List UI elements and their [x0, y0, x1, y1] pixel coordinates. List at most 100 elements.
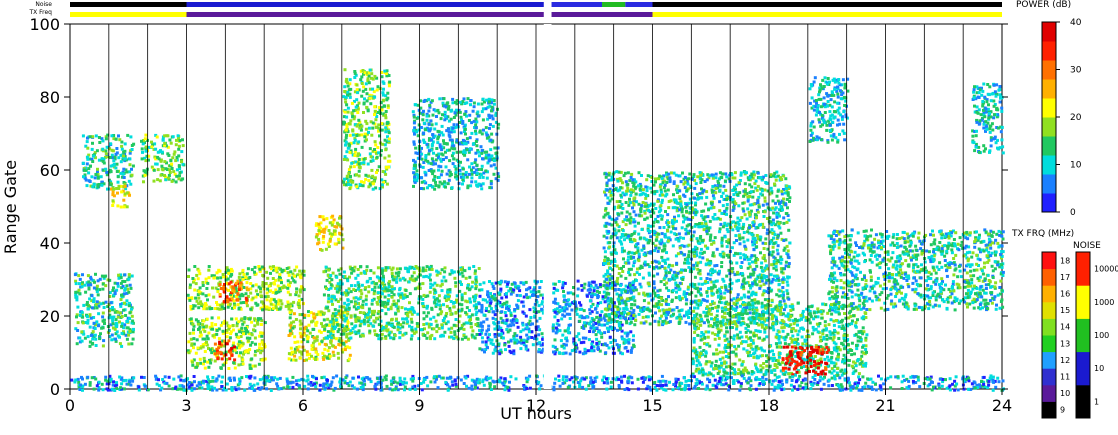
power-cell — [472, 298, 476, 302]
power-cell — [522, 338, 526, 342]
power-cell — [195, 299, 199, 303]
power-cell — [292, 312, 296, 316]
power-cell — [116, 175, 120, 179]
power-cell — [607, 346, 611, 350]
power-cell — [213, 359, 217, 363]
power-cell — [207, 365, 211, 369]
power-cell — [553, 310, 557, 314]
power-cell — [327, 268, 331, 272]
power-cell — [617, 348, 621, 352]
power-cell — [342, 180, 346, 184]
power-cell — [273, 282, 276, 286]
power-cell — [93, 327, 97, 330]
power-cell — [394, 312, 398, 316]
power-cell — [412, 121, 416, 125]
power-cell — [229, 332, 233, 336]
power-cell — [150, 140, 153, 144]
power-cell — [446, 182, 450, 186]
power-cell — [298, 288, 302, 292]
power-cell — [94, 172, 98, 176]
power-cell — [499, 287, 503, 291]
power-cell — [140, 147, 144, 151]
power-cell — [447, 127, 450, 131]
power-cell — [331, 350, 335, 354]
power-cell — [328, 239, 332, 243]
power-cell — [348, 95, 352, 99]
power-cell — [513, 332, 517, 336]
power-cell — [435, 330, 439, 334]
power-cell — [578, 301, 581, 305]
power-cell — [241, 277, 245, 281]
power-cell — [554, 331, 558, 335]
power-cell — [592, 318, 596, 322]
power-cell — [104, 274, 108, 278]
power-cell — [440, 169, 444, 173]
power-cell — [197, 290, 201, 294]
power-cell — [386, 104, 390, 108]
power-cell — [458, 172, 462, 176]
power-cell — [131, 319, 135, 323]
power-cell — [303, 313, 307, 317]
power-cell — [96, 185, 100, 189]
power-cell — [81, 161, 85, 165]
power-cell — [196, 277, 200, 281]
power-cell — [120, 144, 124, 148]
power-cell — [328, 354, 332, 358]
power-cell — [362, 157, 366, 161]
power-cell — [360, 319, 363, 323]
power-cell — [337, 343, 341, 346]
power-cell — [443, 104, 447, 108]
power-cell — [357, 118, 361, 122]
power-cell — [452, 336, 456, 340]
power-cell — [241, 358, 245, 362]
power-cell — [485, 306, 488, 310]
power-cell — [395, 280, 399, 284]
power-cell — [413, 287, 417, 291]
power-cell — [627, 338, 631, 342]
power-cell — [466, 97, 470, 101]
power-cell — [753, 254, 757, 258]
power-cell — [617, 321, 621, 325]
power-cell — [485, 98, 489, 102]
power-cell — [445, 142, 449, 146]
power-cell — [249, 307, 253, 311]
power-cell — [454, 167, 458, 171]
power-cell — [422, 275, 426, 279]
power-cell — [608, 335, 612, 339]
power-cell — [367, 185, 371, 189]
power-cell — [365, 138, 368, 142]
power-cell — [587, 281, 591, 285]
power-cell — [752, 173, 756, 177]
power-cell — [563, 298, 567, 302]
power-cell — [432, 295, 436, 299]
power-cell — [412, 171, 416, 175]
power-cell — [665, 310, 669, 314]
power-cell — [336, 351, 340, 355]
power-cell — [375, 88, 379, 92]
power-cell — [509, 287, 513, 291]
power-cell — [433, 175, 437, 178]
power-cell — [615, 236, 619, 240]
power-cell — [116, 284, 120, 288]
power-cell — [329, 283, 333, 287]
power-cell — [660, 232, 664, 236]
power-cell — [364, 286, 367, 290]
power-cell — [327, 297, 331, 301]
power-cell — [466, 337, 470, 341]
power-cell — [356, 287, 360, 291]
power-cell — [373, 289, 377, 293]
power-cell — [169, 159, 173, 163]
power-cell — [373, 329, 377, 333]
power-cell — [664, 210, 667, 213]
power-cell — [493, 298, 497, 302]
power-cell — [584, 324, 587, 328]
power-cell — [181, 162, 185, 166]
power-cell — [120, 147, 124, 151]
power-cell — [369, 102, 373, 106]
power-cell — [216, 276, 220, 280]
power-cell — [603, 318, 607, 322]
power-cell — [348, 353, 352, 357]
power-cell — [521, 310, 525, 314]
power-cell — [499, 281, 502, 284]
power-cell — [364, 127, 368, 131]
